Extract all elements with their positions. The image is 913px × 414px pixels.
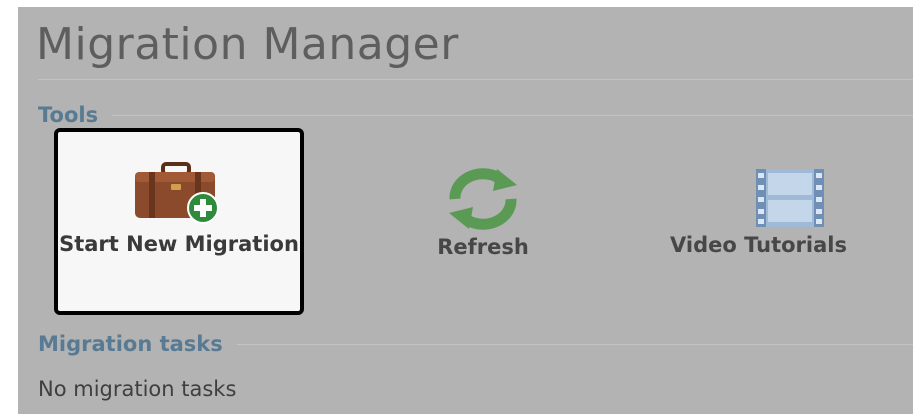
- start-new-migration-label: Start New Migration: [59, 232, 299, 256]
- refresh-button[interactable]: Refresh: [415, 167, 551, 262]
- page-title: Migration Manager: [36, 19, 459, 70]
- refresh-label: Refresh: [437, 235, 529, 259]
- no-tasks-message: No migration tasks: [38, 377, 237, 401]
- migration-tasks-section-label: Migration tasks: [38, 332, 223, 356]
- video-tutorials-label: Video Tutorials: [670, 233, 847, 257]
- tools-section-divider: [112, 114, 913, 116]
- tools-section-header: Tools: [38, 103, 913, 127]
- video-tutorials-button[interactable]: Video Tutorials: [668, 167, 913, 260]
- tools-section-label: Tools: [38, 103, 99, 127]
- film-strip-icon: [756, 169, 824, 227]
- title-divider: [38, 79, 913, 80]
- migration-tasks-section-header: Migration tasks: [38, 332, 913, 356]
- refresh-icon: [449, 168, 517, 230]
- migration-tasks-section-divider: [236, 343, 913, 345]
- briefcase-add-icon: [135, 162, 219, 224]
- migration-manager-panel: Migration Manager Tools Start New Migrat…: [18, 7, 913, 414]
- start-new-migration-button[interactable]: Start New Migration: [54, 128, 304, 315]
